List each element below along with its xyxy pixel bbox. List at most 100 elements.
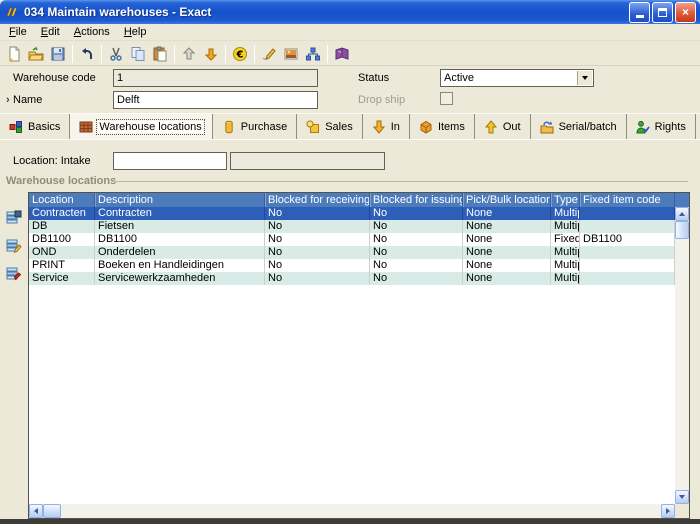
- title-bar[interactable]: 034 Maintain warehouses - Exact ×: [0, 0, 700, 24]
- open-folder-button[interactable]: [25, 44, 47, 64]
- column-header-location[interactable]: Location: [29, 193, 95, 207]
- tab-in[interactable]: In: [363, 114, 410, 139]
- tab-serial-batch[interactable]: Serial/batch: [531, 114, 627, 139]
- new-document-button[interactable]: [3, 44, 25, 64]
- location-input[interactable]: [113, 152, 227, 170]
- horizontal-scrollbar[interactable]: [29, 504, 675, 518]
- paste-button[interactable]: [149, 44, 171, 64]
- column-header-blocked-for-issuing[interactable]: Blocked for issuing: [370, 193, 463, 207]
- table-row[interactable]: ContractenContractenNoNoNoneMultip: [29, 207, 675, 220]
- cut-button[interactable]: [105, 44, 127, 64]
- toolbar-separator: [72, 44, 73, 63]
- arrow-right-icon: [666, 508, 670, 514]
- arrow-down-icon: [679, 495, 685, 499]
- tab-label: Items: [437, 120, 465, 133]
- horizontal-scroll-track[interactable]: [61, 504, 661, 518]
- warehouse-locations-icon: [79, 121, 93, 132]
- cell-location: Service: [29, 272, 95, 285]
- table-row[interactable]: DBFietsenNoNoNoneMultip: [29, 220, 675, 233]
- insert-row-button[interactable]: [5, 208, 22, 225]
- tab-label: Warehouse locations: [96, 118, 205, 135]
- move-down-button[interactable]: [200, 44, 222, 64]
- org-chart-button[interactable]: [302, 44, 324, 64]
- close-button[interactable]: ×: [675, 1, 696, 23]
- cell-blocked-for-issuing: No: [370, 220, 463, 233]
- chevron-down-icon: [582, 76, 588, 80]
- table-row[interactable]: DB1100 DB1100 No No None Fixed DB1100: [29, 233, 675, 246]
- menu-help[interactable]: Help: [117, 25, 154, 39]
- arrow-left-icon: [34, 508, 38, 514]
- edit-row-button[interactable]: [5, 236, 22, 253]
- table-row[interactable]: Service Servicewerkzaamheden No No None Multi…: [29, 272, 675, 285]
- copy-icon: [131, 46, 145, 61]
- save-icon: [51, 47, 65, 60]
- section-title: Warehouse locations: [6, 175, 117, 187]
- cell-blocked-for-issuing: No: [370, 246, 463, 259]
- minimize-button[interactable]: [629, 1, 650, 23]
- status-select[interactable]: Active: [440, 69, 594, 87]
- sign-button[interactable]: [258, 44, 280, 64]
- arrow-up-icon: [679, 212, 685, 216]
- table-row[interactable]: ONDOnderdelenNoNoNoneMultip: [29, 246, 675, 259]
- euro-button[interactable]: €: [229, 44, 251, 64]
- tab-label: Basics: [28, 120, 61, 133]
- tab-basics[interactable]: Basics: [0, 114, 71, 139]
- menu-actions[interactable]: Actions: [67, 25, 117, 39]
- copy-button[interactable]: [127, 44, 149, 64]
- column-header-fixed-item-code[interactable]: Fixed item code: [580, 193, 675, 207]
- status-dropdown-button[interactable]: [577, 71, 592, 85]
- serial-batch-icon: [540, 120, 554, 133]
- vertical-scrollbar[interactable]: [675, 207, 689, 504]
- toolbar-separator: [254, 44, 255, 63]
- column-header-pick-bulk-location[interactable]: Pick/Bulk location: [463, 193, 551, 207]
- tab-items[interactable]: Items: [410, 114, 475, 139]
- table-row[interactable]: PRINT Boeken en Handleidingen No No None Mult…: [29, 259, 675, 272]
- delete-row-button[interactable]: [5, 264, 22, 281]
- maximize-button[interactable]: [652, 1, 673, 23]
- column-header-type[interactable]: Type: [551, 193, 580, 207]
- name-input[interactable]: Delft: [113, 91, 318, 109]
- tab-label: Purchase: [240, 120, 288, 133]
- delete-row-icon: [6, 267, 21, 280]
- tab-label: In: [390, 120, 400, 133]
- cell-type: Multip: [551, 246, 580, 259]
- menu-file[interactable]: File: [2, 25, 34, 39]
- cell-fixed-item-code: [580, 220, 675, 233]
- toolbar-separator: [101, 44, 102, 63]
- status-label: Status: [358, 72, 390, 84]
- cell-pick-bulk-location: None: [463, 220, 551, 233]
- tab-purchase[interactable]: Purchase: [213, 114, 298, 139]
- cell-blocked-for-issuing: No: [370, 233, 463, 246]
- cell-fixed-item-code: [580, 207, 675, 220]
- scroll-left-button[interactable]: [29, 504, 43, 518]
- out-icon: [484, 119, 497, 133]
- tab-sales[interactable]: Sales: [297, 114, 363, 139]
- column-header-blocked-for-receiving[interactable]: Blocked for receiving: [265, 193, 370, 207]
- cell-blocked-for-receiving: No: [265, 272, 370, 285]
- table-body: ContractenContractenNoNoNoneMultipDBFiet…: [29, 207, 675, 504]
- move-up-button[interactable]: [178, 44, 200, 64]
- column-header-description[interactable]: Description: [95, 193, 265, 207]
- scroll-right-button[interactable]: [661, 504, 675, 518]
- cell-blocked-for-receiving: No: [265, 220, 370, 233]
- insert-row-icon: [6, 210, 21, 223]
- scroll-up-button[interactable]: [675, 207, 689, 221]
- menu-edit[interactable]: Edit: [34, 25, 67, 39]
- horizontal-scroll-thumb[interactable]: [43, 504, 61, 518]
- tab-warehouse-locations[interactable]: Warehouse locations: [70, 114, 213, 139]
- vertical-scroll-track[interactable]: [675, 239, 689, 490]
- image-button[interactable]: [280, 44, 302, 64]
- items-icon: [420, 120, 432, 134]
- drop-ship-label: Drop ship: [358, 94, 406, 106]
- toolbar-separator: [174, 44, 175, 63]
- cell-blocked-for-receiving: No: [265, 207, 370, 220]
- new-document-icon: [9, 46, 20, 61]
- vertical-scroll-thumb[interactable]: [675, 221, 689, 239]
- help-book-button[interactable]: [331, 44, 353, 64]
- save-button[interactable]: [47, 44, 69, 64]
- tab-bar: Basics Warehouse locations Purchase Sales In…: [0, 113, 700, 140]
- tab-rights[interactable]: Rights: [627, 114, 696, 139]
- scroll-down-button[interactable]: [675, 490, 689, 504]
- undo-button[interactable]: [76, 44, 98, 64]
- tab-out[interactable]: Out: [475, 114, 531, 139]
